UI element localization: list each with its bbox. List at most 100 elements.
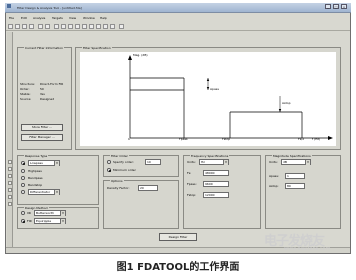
current-filter-info-title: Current Filter Information [24,46,64,50]
chevron-down-icon: ▾ [223,160,228,165]
info-stable-value: Yes [40,92,45,96]
zoom-in-icon[interactable] [38,24,43,29]
fir-label: FIR [27,219,32,223]
close-button[interactable]: x [341,4,347,9]
apass-arrow-up-icon [206,78,210,81]
iir-label: IIR [27,211,31,215]
pole-zero-editor-icon[interactable] [8,202,12,206]
filter-order-title: Filter Order [110,154,129,158]
phase-response-icon[interactable] [61,24,66,29]
transform-filter-icon[interactable] [8,167,12,171]
import-filter-icon[interactable] [8,174,12,178]
y-axis-label: Mag. (dB) [133,53,148,57]
apass-arrow-down-icon [206,87,210,90]
fir-radio[interactable] [21,219,25,223]
highpass-radio[interactable] [21,169,25,173]
freq-units-label: Units: [187,160,196,164]
lowpass-label: Lowpass [30,161,43,165]
minimize-button[interactable]: _ [325,4,331,9]
multirate-icon[interactable] [8,181,12,185]
fpass-label: Fpass [179,137,188,141]
bandstop-label: Bandstop [28,183,43,187]
help-icon[interactable] [119,24,124,29]
x-axis-arrow-icon [328,136,333,140]
watermark-url: www.elecfans.com [284,246,331,252]
fs-label: Fs: [187,171,192,175]
tick-zero: 0 [128,137,130,141]
info-stable-label: Stable: [20,92,31,96]
chevron-down-icon: ▾ [54,190,59,195]
spec-plot [128,55,333,140]
group-delay-icon[interactable] [68,24,73,29]
iir-radio[interactable] [21,211,25,215]
fpass-field[interactable]: 9600 [203,181,229,187]
impulse-response-icon[interactable] [82,24,87,29]
menu-analysis[interactable]: Analysis [33,16,45,20]
fstop-field[interactable]: 12000 [203,192,229,198]
mag-units-select[interactable]: dB ▾ [281,159,311,165]
filter-manager-button[interactable]: Filter Manager ... [21,134,63,141]
realize-model-icon[interactable] [8,195,12,199]
fstop-label: Fstop [222,137,231,141]
menu-window[interactable]: Window [83,16,95,20]
response-type-title: Response Type [24,154,49,158]
coefficients-icon[interactable] [103,24,108,29]
store-filter-button[interactable]: Store Filter ... [21,124,63,131]
info-source-value: Designed [40,97,55,101]
specify-order-label: Specify order: [113,160,134,164]
lowpass-radio[interactable] [21,161,25,165]
astop-field[interactable]: 80 [285,183,305,189]
phase-delay-icon[interactable] [75,24,80,29]
fpass-field-label: Fpass: [187,182,197,186]
mag-units-label: Units: [269,160,278,164]
bandstop-radio[interactable] [21,183,25,187]
menu-help[interactable]: Help [100,16,107,20]
freq-units-select[interactable]: Hz ▾ [199,159,229,165]
menu-targets[interactable]: Targets [52,16,63,20]
highpass-label: Highpass [28,169,42,173]
maximize-button[interactable]: □ [333,4,339,9]
new-icon[interactable] [8,24,13,29]
menu-view[interactable]: View [69,16,76,20]
density-factor-field[interactable]: 20 [138,185,158,191]
save-icon[interactable] [22,24,27,29]
step-response-icon[interactable] [89,24,94,29]
chevron-down-icon: ▾ [60,211,65,216]
pole-zero-icon[interactable] [96,24,101,29]
magnitude-response-icon[interactable] [54,24,59,29]
minimum-order-radio[interactable] [107,168,111,172]
fir-method-select[interactable]: Equiripple ▾ [34,218,66,224]
apass-label: Apass [210,87,219,91]
lowpass-select[interactable]: Lowpass ▾ [28,160,60,166]
info-structure-label: Structure: [20,82,35,86]
figure-caption: 图1 FDATOOL的工作界面 [116,262,240,273]
bandpass-radio[interactable] [21,176,25,180]
density-factor-label: Density Factor: [107,186,130,190]
open-icon[interactable] [15,24,20,29]
specify-order-radio[interactable] [107,160,111,164]
filter-info-icon[interactable] [110,24,115,29]
info-structure-value: Direct-Form FIR [40,82,64,86]
specify-order-field[interactable]: 10 [145,159,161,165]
info-order-value: 50 [40,87,44,91]
fstop-field-label: Fstop: [187,193,197,197]
title-bar[interactable]: Filter Design & Analysis Tool - [untitle… [5,3,351,13]
menu-file[interactable]: File [9,16,14,20]
menu-edit[interactable]: Edit [21,16,27,20]
window-title: Filter Design & Analysis Tool - [untitle… [17,6,82,10]
design-panel-sidebar [7,32,13,250]
design-filter-panel-icon[interactable] [8,160,12,164]
print-icon[interactable] [29,24,34,29]
differentiator-select[interactable]: Differentiator ▾ [28,189,60,195]
iir-method-value: Butterworth [36,211,54,215]
differentiator-radio[interactable] [21,190,25,194]
zoom-out-icon[interactable] [45,24,50,29]
design-filter-button[interactable]: Design Filter [159,233,197,241]
menu-bar: File Edit Analysis Targets View Window H… [6,14,350,22]
chevron-down-icon: ▾ [54,161,59,166]
apass-field[interactable]: 1 [285,173,305,179]
quantize-icon[interactable] [8,188,12,192]
frequency-specs-title: Frequency Specifications [190,154,230,158]
fs-field[interactable]: 48000 [203,170,229,176]
iir-method-select[interactable]: Butterworth ▾ [34,210,66,216]
